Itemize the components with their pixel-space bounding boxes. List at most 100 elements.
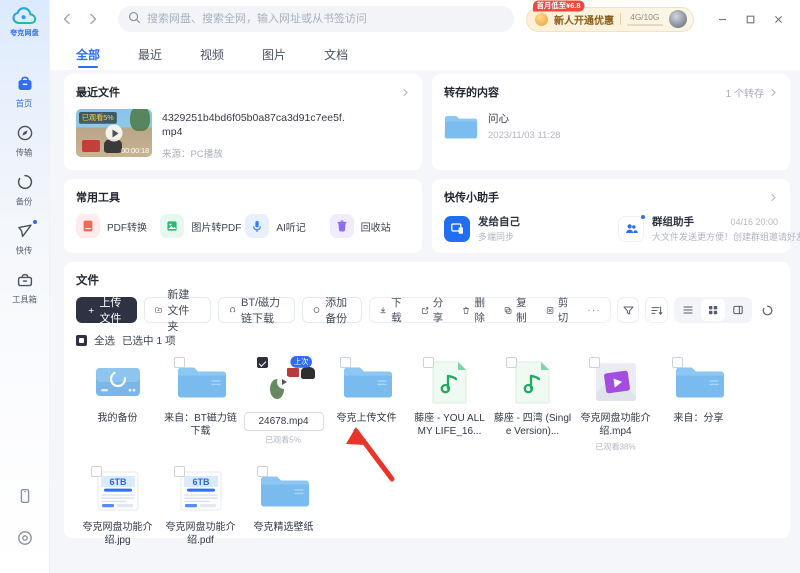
- divider: [620, 13, 621, 25]
- sidebar-item-fastsend[interactable]: 快传: [0, 213, 50, 262]
- filter-button[interactable]: [617, 297, 639, 323]
- file-checkbox[interactable]: [506, 357, 517, 368]
- file-item-quark-upload-folder[interactable]: 夸克上传文件: [325, 356, 408, 465]
- video-thumbnail[interactable]: 已观看5% 00:00:18: [76, 109, 152, 157]
- recent-files-more[interactable]: [401, 88, 410, 97]
- last-played-badge: 上次: [290, 356, 312, 368]
- pdf-convert-icon: [76, 214, 100, 238]
- sidebar-label-toolbox: 工具箱: [12, 294, 37, 306]
- file-item-quark-intro-mp4[interactable]: 夸克网盘功能介绍.mp4 已观看38%: [574, 356, 657, 465]
- more-actions-button[interactable]: ···: [580, 299, 608, 321]
- upload-file-button[interactable]: 上传文件: [76, 297, 137, 323]
- cut-button[interactable]: 剪切: [539, 299, 581, 321]
- sidebar-item-transfer[interactable]: 传输: [0, 115, 50, 164]
- saved-content-more[interactable]: 1 个转存: [726, 85, 778, 100]
- file-name: 来自：分享: [659, 412, 739, 425]
- file-item-audio-2[interactable]: 藤座 - 四湾 (Single Version)...: [491, 356, 574, 465]
- common-tools-header: 常用工具: [76, 189, 410, 205]
- grid-view-button[interactable]: [701, 299, 725, 321]
- sidebar-item-phone[interactable]: [0, 475, 50, 517]
- recent-file-item[interactable]: 已观看5% 00:00:18 4329251b4bd6f05b0a87ca3d9…: [76, 109, 410, 160]
- file-checkbox[interactable]: [91, 466, 102, 477]
- minimize-button[interactable]: [708, 6, 736, 32]
- add-backup-button[interactable]: 添加备份: [302, 297, 362, 323]
- sort-button[interactable]: [645, 297, 667, 323]
- fast-item-group-assistant[interactable]: 群组助手 04/16 20:00 大文件发送更方便！创建群组邀请好友进...: [618, 214, 778, 243]
- saved-content-item[interactable]: 问心 2023/11/03 11:28: [444, 109, 778, 149]
- file-checkbox[interactable]: [257, 466, 268, 477]
- new-folder-button[interactable]: 新建文件夹: [144, 297, 211, 323]
- tab-document[interactable]: 文档: [324, 38, 348, 70]
- file-checkbox[interactable]: [423, 357, 434, 368]
- detail-view-button[interactable]: [726, 299, 750, 321]
- app-logo: 夸克网盘: [0, 7, 50, 38]
- search-input[interactable]: [147, 13, 504, 25]
- tool-recycle-bin[interactable]: 回收站: [330, 214, 410, 238]
- sidebar-label-home: 首页: [16, 98, 33, 110]
- file-item-audio-1[interactable]: 藤座 - YOU ALL MY LIFE_16...: [408, 356, 491, 465]
- maximize-button[interactable]: [736, 6, 764, 32]
- refresh-button[interactable]: [758, 298, 778, 322]
- sidebar-item-toolbox[interactable]: 工具箱: [0, 262, 50, 311]
- list-view-button[interactable]: [676, 299, 700, 321]
- file-item-bt-folder[interactable]: 来自：BT磁力链下载: [159, 356, 242, 465]
- vip-label: 新人开通优惠: [554, 12, 614, 27]
- top-bar: 首月低至¥6.8 新人开通优惠 4G/10G: [50, 0, 800, 38]
- fast-assistant-list: 发给自己 多端同步: [444, 214, 778, 243]
- file-item-quark-intro-pdf[interactable]: 6TB 夸克网盘功能介绍.pdf: [159, 465, 242, 559]
- file-checkbox[interactable]: [174, 357, 185, 368]
- file-item-quark-intro-jpg[interactable]: 6TB 夸克网盘功能介绍.jpg: [76, 465, 159, 559]
- tab-recent[interactable]: 最近: [138, 38, 162, 70]
- file-item-wallpaper-folder[interactable]: 夸克精选壁纸: [242, 465, 325, 559]
- file-sub-label: 已观看38%: [595, 441, 636, 453]
- tab-all[interactable]: 全部: [76, 38, 100, 70]
- fast-assistant-more[interactable]: [769, 193, 778, 202]
- vip-promo-button[interactable]: 首月低至¥6.8 新人开通优惠 4G/10G: [526, 7, 694, 32]
- saved-content-meta: 问心 2023/11/03 11:28: [488, 111, 561, 141]
- tool-pdf-convert[interactable]: PDF转换: [76, 214, 156, 238]
- back-button[interactable]: [54, 6, 80, 32]
- chevron-right-icon: [769, 193, 778, 202]
- quota-bar: [627, 24, 663, 26]
- file-item-share-folder[interactable]: 来自：分享: [657, 356, 740, 465]
- share-button[interactable]: 分享: [414, 299, 456, 321]
- file-checkbox[interactable]: [672, 357, 683, 368]
- copy-button[interactable]: 复制: [497, 299, 539, 321]
- file-grid: 我的备份 来自：BT磁力链下载: [76, 356, 778, 559]
- files-toolbar-right: 下载 分享 删除: [369, 297, 778, 323]
- file-checkbox[interactable]: [257, 357, 268, 368]
- fast-assistant-card: 快传小助手 发给自己: [432, 179, 790, 253]
- app-logo-text: 夸克网盘: [10, 28, 39, 38]
- select-all-label[interactable]: 全选: [94, 333, 115, 348]
- tool-ai-note[interactable]: AI听记: [245, 214, 325, 238]
- download-button[interactable]: 下载: [372, 299, 414, 321]
- close-button[interactable]: [764, 6, 792, 32]
- file-name: 夸克网盘功能介绍.jpg: [78, 521, 158, 547]
- fast-item-send-to-self[interactable]: 发给自己 多端同步: [444, 214, 604, 243]
- tab-image[interactable]: 图片: [262, 38, 286, 70]
- copy-icon: [504, 305, 512, 316]
- file-checkbox[interactable]: [174, 466, 185, 477]
- tool-image-to-pdf[interactable]: 图片转PDF: [160, 214, 241, 238]
- file-checkbox[interactable]: [340, 357, 351, 368]
- tab-video[interactable]: 视频: [200, 38, 224, 70]
- file-name: 我的备份: [78, 412, 158, 425]
- search-box[interactable]: [118, 6, 514, 32]
- sidebar-item-backup[interactable]: 备份: [0, 164, 50, 213]
- delete-button[interactable]: 删除: [455, 299, 497, 321]
- storage-quota[interactable]: 4G/10G: [627, 12, 663, 26]
- sidebar-label-backup: 备份: [16, 196, 33, 208]
- bt-download-button[interactable]: BT/磁力链下载: [218, 297, 295, 323]
- avatar[interactable]: [669, 10, 687, 28]
- file-checkbox[interactable]: [589, 357, 600, 368]
- sidebar-item-home[interactable]: 首页: [0, 66, 50, 115]
- files-toolbar: 上传文件 新建文件夹 BT/磁力链下载 添加备份: [76, 297, 778, 323]
- select-all-checkbox[interactable]: [76, 335, 87, 346]
- recent-files-title: 最近文件: [76, 84, 120, 100]
- file-item-24678-mp4[interactable]: 上次 24678.mp4 已观看5%: [242, 356, 325, 465]
- file-item-my-backup[interactable]: 我的备份: [76, 356, 159, 465]
- forward-button[interactable]: [80, 6, 106, 32]
- group-icon: [618, 216, 644, 242]
- common-tools-title: 常用工具: [76, 189, 120, 205]
- sidebar-item-settings[interactable]: [0, 517, 50, 559]
